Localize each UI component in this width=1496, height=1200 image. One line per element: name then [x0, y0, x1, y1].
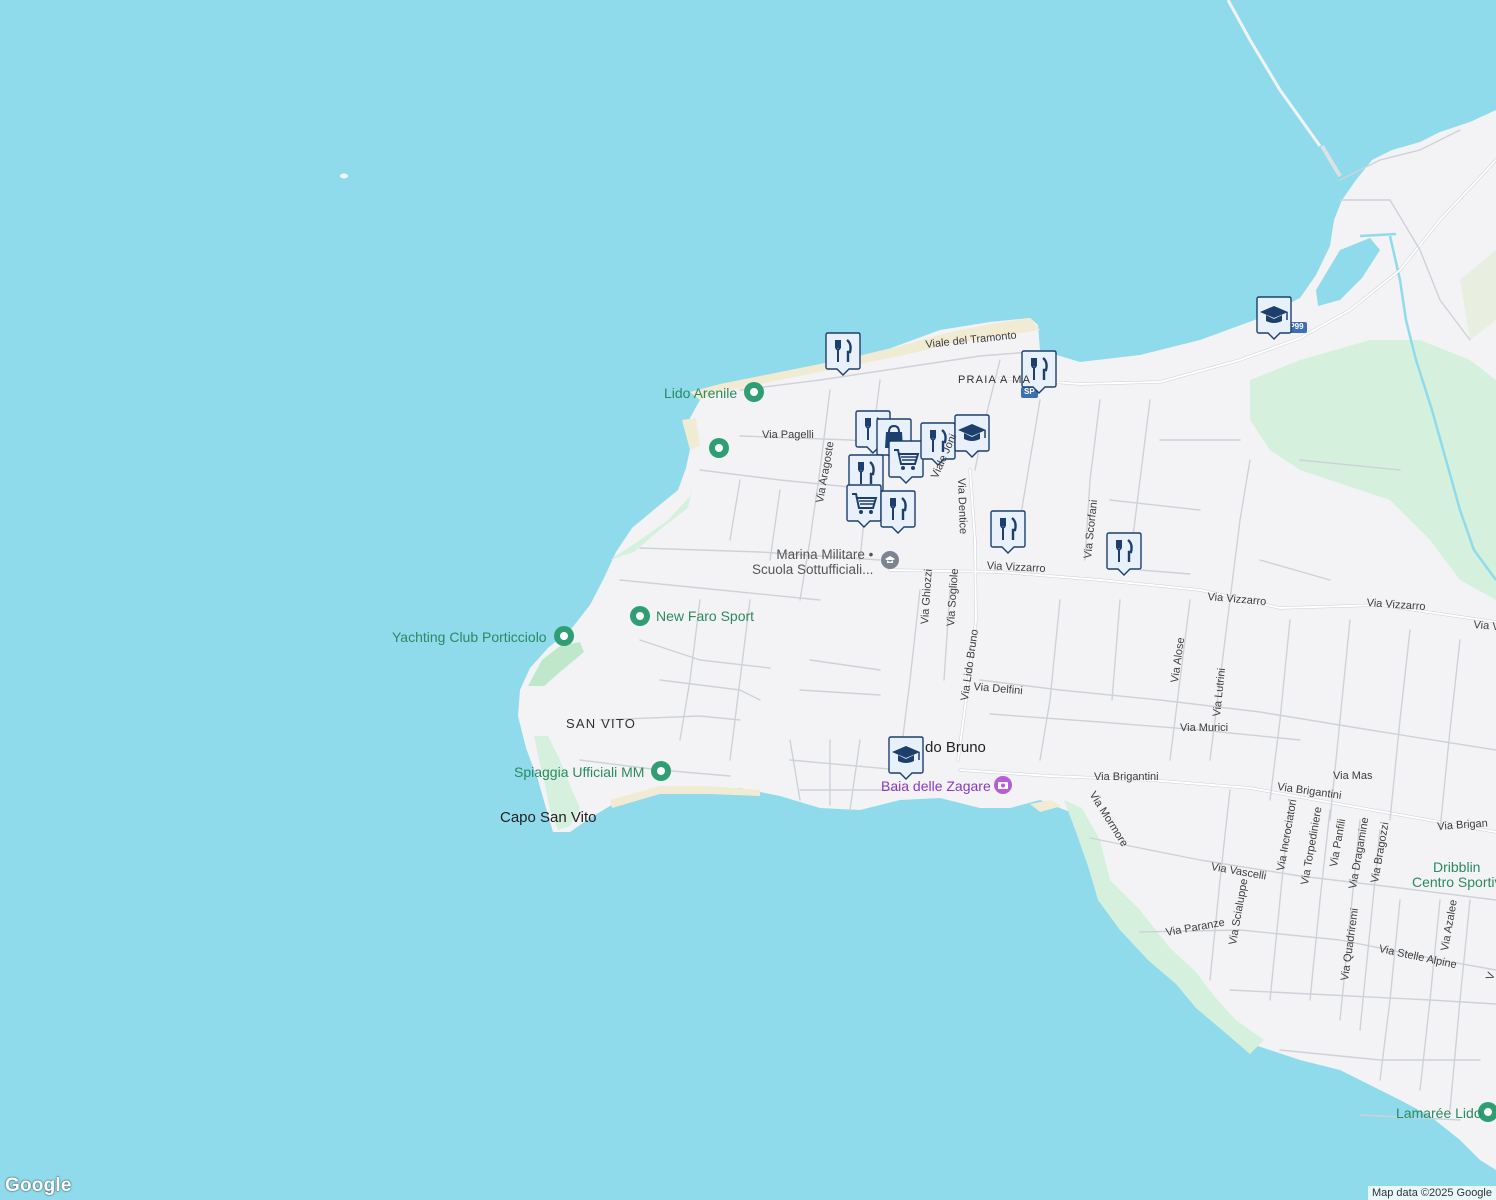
map-marker-school[interactable] — [1256, 296, 1292, 340]
label-lido-arenile[interactable]: Lido Arenile — [664, 386, 737, 400]
pin-unnamed — [709, 438, 729, 458]
map-marker-restaurant[interactable] — [990, 510, 1026, 554]
label-new-faro[interactable]: New Faro Sport — [656, 609, 754, 623]
label-baia-zagare[interactable]: Baia delle Zagare — [881, 779, 991, 793]
pin-yachting — [554, 626, 574, 646]
pin-new-faro — [630, 606, 650, 626]
google-logo: Google — [5, 1175, 72, 1196]
map-marker-restaurant[interactable] — [1021, 350, 1057, 394]
label-marina-militare[interactable]: Marina Militare • Scuola Sottufficiali..… — [752, 547, 873, 577]
camera-pin-baia — [994, 776, 1012, 794]
label-area-praia: PRAIA A MA — [958, 374, 1032, 386]
street-label: Via Brigantini — [1094, 771, 1159, 783]
label-lamaree[interactable]: Lamarée Lido — [1396, 1106, 1482, 1120]
label-dribbling[interactable]: Dribblin Centro Sportiv — [1412, 859, 1496, 891]
street-label: Via Dentice — [955, 477, 969, 535]
map-marker-school[interactable] — [888, 736, 924, 780]
street-label: Via V — [1473, 619, 1496, 634]
label-area-sanvito: SAN VITO — [566, 716, 637, 731]
map-canvas[interactable] — [0, 0, 1496, 1200]
school-pin-marina — [881, 551, 899, 569]
pin-lido-arenile — [744, 382, 764, 402]
map-marker-cart[interactable] — [888, 440, 924, 484]
map-marker-restaurant[interactable] — [825, 332, 861, 376]
label-lido-bruno: do Bruno — [925, 739, 986, 756]
street-label: Via Pagelli — [762, 429, 814, 441]
label-yachting[interactable]: Yachting Club Porticciolo — [392, 630, 547, 644]
label-spiaggia[interactable]: Spiaggia Ufficiali MM — [514, 765, 644, 779]
street-label: Via Mas — [1333, 770, 1373, 782]
map-attribution[interactable]: Map data ©2025 Google — [1367, 1186, 1496, 1200]
map-marker-restaurant[interactable] — [1106, 532, 1142, 576]
map-marker-restaurant[interactable] — [880, 490, 916, 534]
street-label: Via Murici — [1180, 722, 1229, 734]
map-marker-cart[interactable] — [846, 484, 882, 528]
map-marker-school[interactable] — [954, 414, 990, 458]
pin-spiaggia — [651, 761, 671, 781]
label-capo-san-vito: Capo San Vito — [500, 809, 597, 826]
